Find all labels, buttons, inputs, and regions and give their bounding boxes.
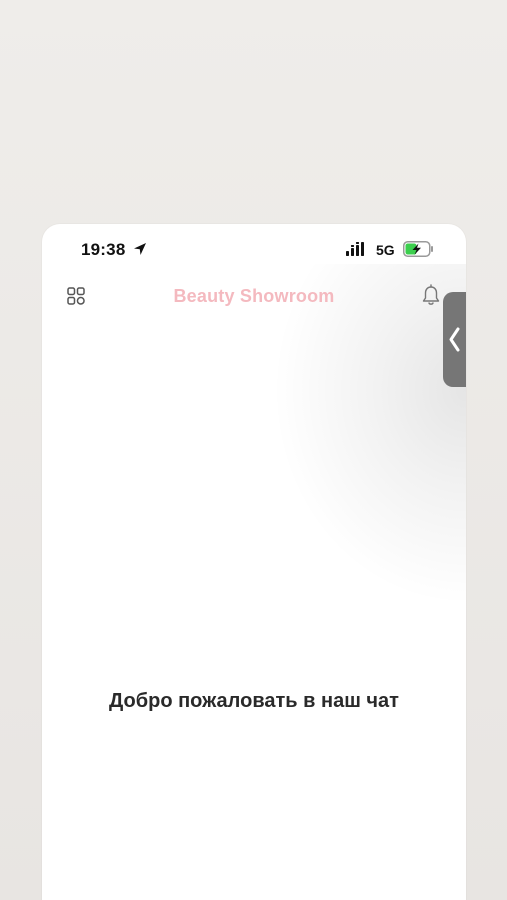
- side-panel-toggle[interactable]: [443, 292, 466, 387]
- app-title: Beauty Showroom: [173, 286, 335, 306]
- status-bar: 19:38 5G: [42, 224, 466, 276]
- chevron-left-icon: [449, 327, 460, 352]
- app-header: Beauty Showroom: [42, 276, 466, 320]
- bell-icon: [422, 284, 440, 305]
- notifications-button[interactable]: [419, 281, 443, 311]
- status-time: 19:38: [81, 240, 126, 259]
- app-page: 19:38 5G Beauty Showroom Добро пожаловат…: [0, 0, 507, 900]
- network-type: 5G: [376, 242, 395, 258]
- signal-strength-icon: [346, 242, 364, 256]
- battery-charging-icon: [403, 241, 433, 257]
- phone-screen: 19:38 5G Beauty Showroom Добро пожаловат…: [42, 224, 466, 900]
- location-arrow-icon: [134, 243, 146, 255]
- welcome-message: Добро пожаловать в наш чат: [109, 690, 399, 712]
